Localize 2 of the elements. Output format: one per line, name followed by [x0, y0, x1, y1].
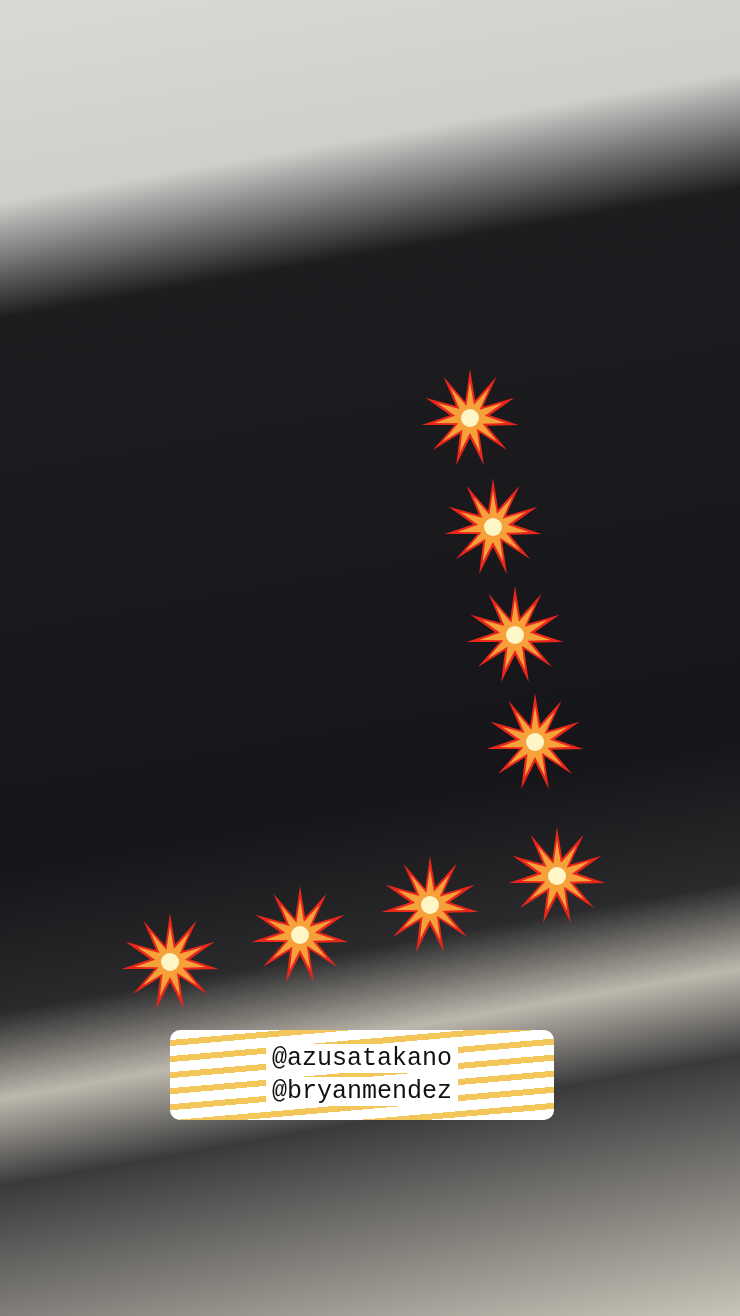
mention-link[interactable]: @azusatakano [266, 1044, 458, 1073]
mention-link[interactable]: @bryanmendez [266, 1077, 458, 1106]
